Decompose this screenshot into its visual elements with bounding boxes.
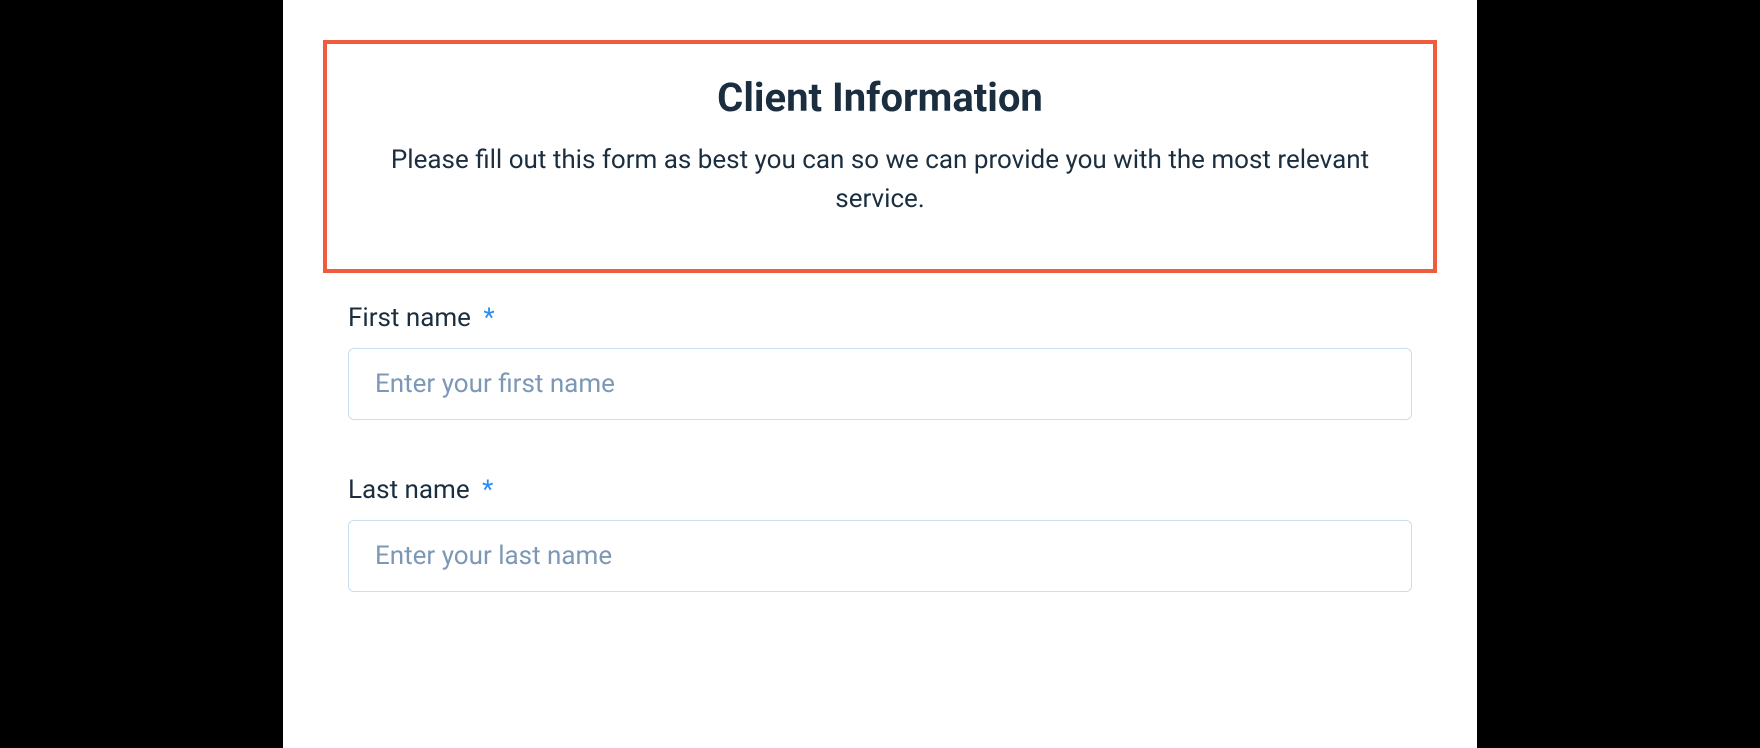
last-name-label: Last name * bbox=[348, 475, 493, 505]
required-star-icon: * bbox=[483, 303, 494, 333]
first-name-label-text: First name bbox=[348, 303, 471, 333]
required-star-icon: * bbox=[482, 475, 493, 505]
first-name-input[interactable] bbox=[348, 348, 1412, 420]
field-group-first-name: First name * bbox=[348, 303, 1412, 420]
form-container: Client Information Please fill out this … bbox=[283, 0, 1477, 748]
form-title: Client Information bbox=[367, 74, 1393, 121]
first-name-label: First name * bbox=[348, 303, 495, 333]
last-name-input[interactable] bbox=[348, 520, 1412, 592]
field-group-last-name: Last name * bbox=[348, 475, 1412, 592]
form-fields: First name * Last name * bbox=[283, 303, 1477, 592]
form-description: Please fill out this form as best you ca… bbox=[367, 141, 1393, 219]
form-header-box: Client Information Please fill out this … bbox=[323, 40, 1437, 273]
last-name-label-text: Last name bbox=[348, 475, 470, 505]
